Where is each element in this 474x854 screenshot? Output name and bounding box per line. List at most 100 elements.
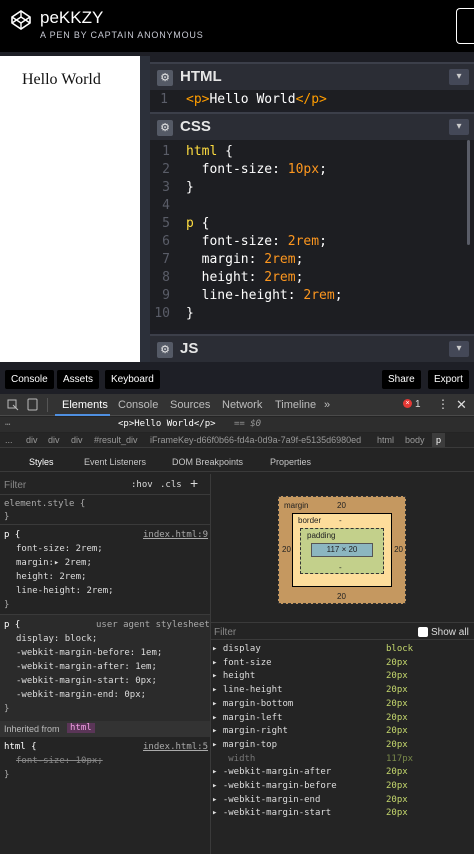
rule-source-link[interactable]: index.html:9 [143,530,208,540]
subtab-dom-breakpoints[interactable]: DOM Breakpoints [172,457,243,467]
share-button[interactable]: Share [382,370,421,389]
css-property-overridden[interactable]: font-size: 10px; [16,756,103,766]
computed-property-value: block [386,644,414,654]
tab-sources[interactable]: Sources [170,399,210,411]
breadcrumb-item[interactable]: #result_div [94,435,138,445]
line-number: 1 [160,92,168,107]
inspect-element-icon[interactable] [7,399,19,411]
css-property[interactable]: margin:▸ 2rem; [16,558,92,568]
boxmodel-margin[interactable]: margin 20 20 20 20 border - padding 117 … [278,496,406,604]
computed-property-value: 20px [386,726,408,737]
tab-timeline[interactable]: Timeline [275,399,316,411]
computed-property-value: 20px [386,781,408,791]
html-collapse-chevron-icon[interactable]: ▾ [449,69,469,85]
line-number: 6 [162,234,170,249]
rule-selector[interactable]: html { [4,742,37,752]
error-count: 1 [415,399,421,410]
more-tabs-button[interactable]: » [324,399,330,411]
html-editor[interactable]: 1 <p>Hello World</p> [150,90,474,110]
computed-property-name: ▸ -webkit-margin-start [212,808,332,819]
close-devtools-icon[interactable]: ✕ [456,397,467,413]
computed-property-value: 20px [386,657,408,668]
console-button[interactable]: Console [5,370,54,389]
css-code-line[interactable]: margin: 2rem; [186,252,304,267]
cls-toggle[interactable]: .cls [160,480,182,490]
rule-selector[interactable]: p { [4,530,20,540]
result-preview: Hello World [0,56,140,362]
tab-elements[interactable]: Elements [62,399,108,411]
device-mode-icon[interactable] [27,398,39,411]
error-icon[interactable]: × [403,399,412,408]
subtab-properties[interactable]: Properties [270,457,311,467]
boxmodel-padding[interactable]: padding 117 × 20 - [300,528,384,574]
styles-pane: Filter :hov .cls + element.style { } p {… [0,474,210,854]
css-code-line[interactable]: font-size: 2rem; [186,234,327,249]
css-code-line[interactable]: height: 2rem; [186,270,304,285]
computed-property-value: 20px [386,767,408,778]
computed-property-value: 20px [386,808,408,819]
computed-property-value: 20px [386,739,408,750]
show-all-checkbox[interactable] [418,627,428,637]
css-code-line[interactable]: } [186,306,194,321]
css-scrollbar[interactable] [467,140,470,245]
breadcrumb-item[interactable]: iFrameKey-d66f0b66-fd4a-0d9a-7a9f-e5135d… [150,435,366,445]
html-code-line[interactable]: <p>Hello World</p> [186,92,327,107]
js-settings-gear-icon[interactable]: ⚙ [157,342,173,358]
css-code-line[interactable]: html { [186,144,233,159]
computed-property-value: 117px [386,753,414,764]
breadcrumb-item[interactable]: body [405,435,425,445]
element-style-rule[interactable]: element.style { [4,499,85,509]
rule-source-link[interactable]: index.html:5 [143,742,208,752]
tab-console[interactable]: Console [118,399,158,411]
css-code-line[interactable]: line-height: 2rem; [186,288,343,303]
breadcrumb-item[interactable]: div [71,435,83,445]
codepen-logo-icon[interactable] [10,9,32,31]
computed-property-name: ▸ height [212,671,256,682]
computed-property-name: ▸ margin-top [212,739,278,750]
keyboard-button[interactable]: Keyboard [105,370,160,389]
new-style-rule-icon[interactable]: + [190,475,198,491]
boxmodel-border[interactable]: border - padding 117 × 20 - [292,513,392,587]
css-code-line[interactable]: font-size: 10px; [186,162,327,177]
css-property[interactable]: line-height: 2rem; [16,586,114,596]
assets-button[interactable]: Assets [57,370,100,389]
js-collapse-chevron-icon[interactable]: ▾ [449,341,469,357]
breadcrumb-item[interactable]: div [48,435,60,445]
css-editor[interactable]: 1 html {2 font-size: 10px; 3} 4 5 p {6 font-s… [150,140,474,330]
css-editor-header: ⚙ CSS ▾ [150,112,474,140]
breadcrumb-item[interactable]: html [377,435,394,445]
header-action-button[interactable] [456,8,474,44]
hov-toggle[interactable]: :hov [131,480,153,490]
css-code-line[interactable]: } [186,180,194,195]
breadcrumb: ... div div div #result_div iFrameKey-d6… [0,433,474,448]
tab-network[interactable]: Network [222,399,262,411]
computed-property-value: 20px [386,698,408,709]
computed-property-name: ▸ margin-left [212,712,283,723]
html-settings-gear-icon[interactable]: ⚙ [157,70,173,86]
breadcrumb-item[interactable]: div [26,435,38,445]
selected-node-line[interactable]: … <p>Hello World</p> == $0 [0,417,474,432]
computed-property-name: width [212,753,256,764]
export-button[interactable]: Export [428,370,469,389]
computed-property-name: ▸ font-size [212,657,272,668]
styles-filter-input[interactable]: Filter [4,480,26,491]
rule-selector[interactable]: p { [4,620,20,630]
breadcrumb-item[interactable]: ... [5,435,13,445]
kebab-menu-icon[interactable]: ⋮ [437,397,449,411]
selected-node[interactable]: <p>Hello World</p> [118,419,216,429]
inherited-tag-link[interactable]: html [67,723,95,733]
selected-node-ref: == $0 [234,419,262,429]
boxmodel-content[interactable]: 117 × 20 [311,543,373,557]
subtab-styles[interactable]: Styles [29,457,54,467]
computed-property-name: ▸ -webkit-margin-before [212,781,337,791]
css-settings-gear-icon[interactable]: ⚙ [157,120,173,136]
css-collapse-chevron-icon[interactable]: ▾ [449,119,469,135]
computed-filter-bar: Filter Show all [210,622,474,640]
devtools-panel: Elements Console Sources Network Timelin… [0,394,474,854]
css-property[interactable]: height: 2rem; [16,572,86,582]
css-property[interactable]: font-size: 2rem; [16,544,103,554]
css-code-line[interactable]: p { [186,216,209,231]
computed-filter-input[interactable]: Filter [214,627,236,638]
breadcrumb-item-active[interactable]: p [432,433,446,447]
subtab-event-listeners[interactable]: Event Listeners [84,457,146,467]
